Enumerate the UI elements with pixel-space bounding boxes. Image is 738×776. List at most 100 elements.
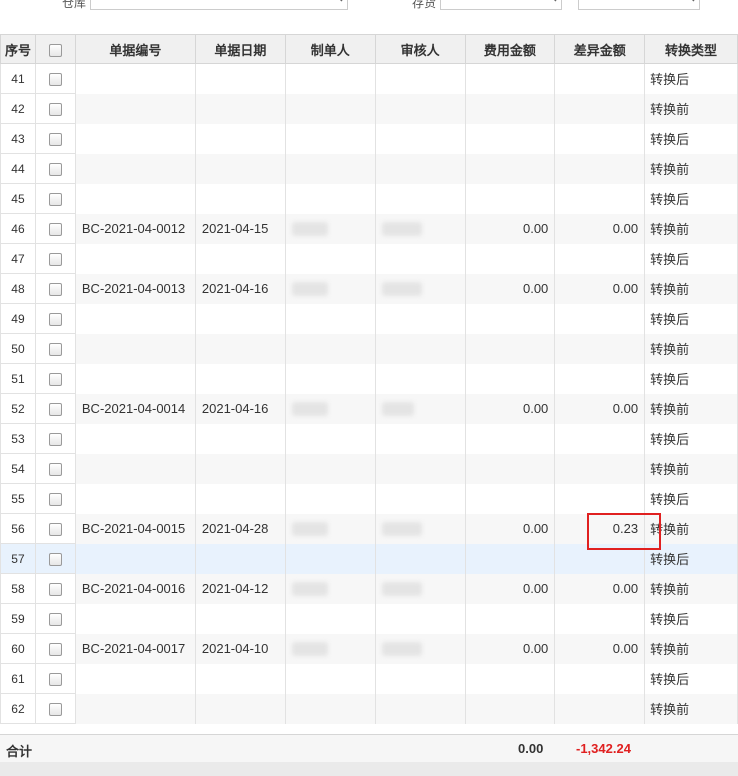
table-row[interactable]: 52 BC-2021-04-0014 2021-04-16 0.00 0.00 转换前 [0,393,738,424]
convert-type-cell[interactable]: 转换后 [644,303,738,334]
extra-filter-input[interactable] [578,0,700,10]
doc-number-cell[interactable] [75,123,196,154]
row-select-cell[interactable] [34,273,76,304]
row-select-cell[interactable] [34,423,76,454]
doc-date-cell[interactable]: 2021-04-16 [195,393,286,424]
col-header-reviewer[interactable]: 审核人 [374,34,466,64]
convert-type-cell[interactable]: 转换后 [644,63,738,94]
doc-number-cell[interactable]: BC-2021-04-0014 [75,393,196,424]
col-header-creator[interactable]: 制单人 [284,34,376,64]
diff-amount-cell[interactable] [554,663,646,694]
table-row[interactable]: 42 转换前 [0,93,738,124]
table-row[interactable]: 61 转换后 [0,663,738,694]
horizontal-scrollbar[interactable] [0,762,738,776]
fee-amount-cell[interactable] [465,453,556,484]
table-row[interactable]: 55 转换后 [0,483,738,514]
reviewer-cell[interactable] [375,393,466,424]
row-select-cell[interactable] [34,483,76,514]
doc-date-cell[interactable] [195,483,286,514]
doc-date-cell[interactable] [195,693,286,724]
reviewer-cell[interactable] [375,363,466,394]
reviewer-cell[interactable] [375,483,466,514]
table-row[interactable]: 46 BC-2021-04-0012 2021-04-15 0.00 0.00 转换前 [0,213,738,244]
reviewer-cell[interactable] [375,123,466,154]
doc-date-cell[interactable] [195,303,286,334]
creator-cell[interactable] [285,123,376,154]
table-row[interactable]: 58 BC-2021-04-0016 2021-04-12 0.00 0.00 转换前 [0,573,738,604]
fee-amount-cell[interactable] [465,603,556,634]
row-checkbox[interactable] [48,463,62,477]
warehouse-input[interactable] [90,0,348,10]
fee-amount-cell[interactable]: 0.00 [465,513,556,544]
row-checkbox[interactable] [48,223,62,237]
fee-amount-cell[interactable] [465,333,556,364]
table-row[interactable]: 53 转换后 [0,423,738,454]
table-row[interactable]: 59 转换后 [0,603,738,634]
creator-cell[interactable] [285,273,376,304]
doc-date-cell[interactable] [195,123,286,154]
creator-cell[interactable] [285,333,376,364]
row-checkbox[interactable] [48,403,62,417]
fee-amount-cell[interactable] [465,663,556,694]
row-checkbox[interactable] [48,493,62,507]
doc-number-cell[interactable] [75,603,196,634]
fee-amount-cell[interactable] [465,93,556,124]
row-select-cell[interactable] [34,693,76,724]
doc-number-cell[interactable] [75,153,196,184]
diff-amount-cell[interactable] [554,483,646,514]
row-select-cell[interactable] [34,393,76,424]
doc-number-cell[interactable] [75,333,196,364]
reviewer-cell[interactable] [375,243,466,274]
search-icon[interactable] [333,0,343,2]
doc-date-cell[interactable] [195,663,286,694]
convert-type-cell[interactable]: 转换后 [644,123,738,154]
reviewer-cell[interactable] [375,633,466,664]
creator-cell[interactable] [285,543,376,574]
row-select-cell[interactable] [34,63,76,94]
creator-cell[interactable] [285,603,376,634]
creator-cell[interactable] [285,663,376,694]
doc-date-cell[interactable]: 2021-04-15 [195,213,286,244]
doc-date-cell[interactable] [195,423,286,454]
table-row[interactable]: 45 转换后 [0,183,738,214]
row-checkbox[interactable] [48,253,62,267]
reviewer-cell[interactable] [375,423,466,454]
col-header-diff-amount[interactable]: 差异金额 [554,34,646,64]
row-checkbox[interactable] [48,103,62,117]
reviewer-cell[interactable] [375,153,466,184]
row-checkbox[interactable] [48,313,62,327]
row-checkbox[interactable] [48,163,62,177]
convert-type-cell[interactable]: 转换前 [644,273,738,304]
row-select-cell[interactable] [34,453,76,484]
row-checkbox[interactable] [48,283,62,297]
diff-amount-cell[interactable] [554,123,646,154]
fee-amount-cell[interactable] [465,363,556,394]
row-select-cell[interactable] [34,603,76,634]
fee-amount-cell[interactable]: 0.00 [465,633,556,664]
fee-amount-cell[interactable]: 0.00 [465,213,556,244]
row-select-cell[interactable] [34,123,76,154]
table-row[interactable]: 49 转换后 [0,303,738,334]
reviewer-cell[interactable] [375,453,466,484]
row-checkbox[interactable] [48,193,62,207]
diff-amount-cell[interactable] [554,243,646,274]
diff-amount-cell[interactable] [554,303,646,334]
convert-type-cell[interactable]: 转换后 [644,183,738,214]
diff-amount-cell[interactable] [554,453,646,484]
row-checkbox[interactable] [48,373,62,387]
row-checkbox[interactable] [48,73,62,87]
doc-number-cell[interactable]: BC-2021-04-0017 [75,633,196,664]
doc-date-cell[interactable]: 2021-04-12 [195,573,286,604]
reviewer-cell[interactable] [375,93,466,124]
diff-amount-cell[interactable] [554,423,646,454]
table-row[interactable]: 54 转换前 [0,453,738,484]
select-all-checkbox[interactable] [48,43,62,57]
row-select-cell[interactable] [34,513,76,544]
row-select-cell[interactable] [34,93,76,124]
convert-type-cell[interactable]: 转换前 [644,633,738,664]
doc-number-cell[interactable] [75,693,196,724]
table-row[interactable]: 62 转换前 [0,693,738,724]
fee-amount-cell[interactable] [465,63,556,94]
col-header-doc-date[interactable]: 单据日期 [194,34,286,64]
reviewer-cell[interactable] [375,513,466,544]
